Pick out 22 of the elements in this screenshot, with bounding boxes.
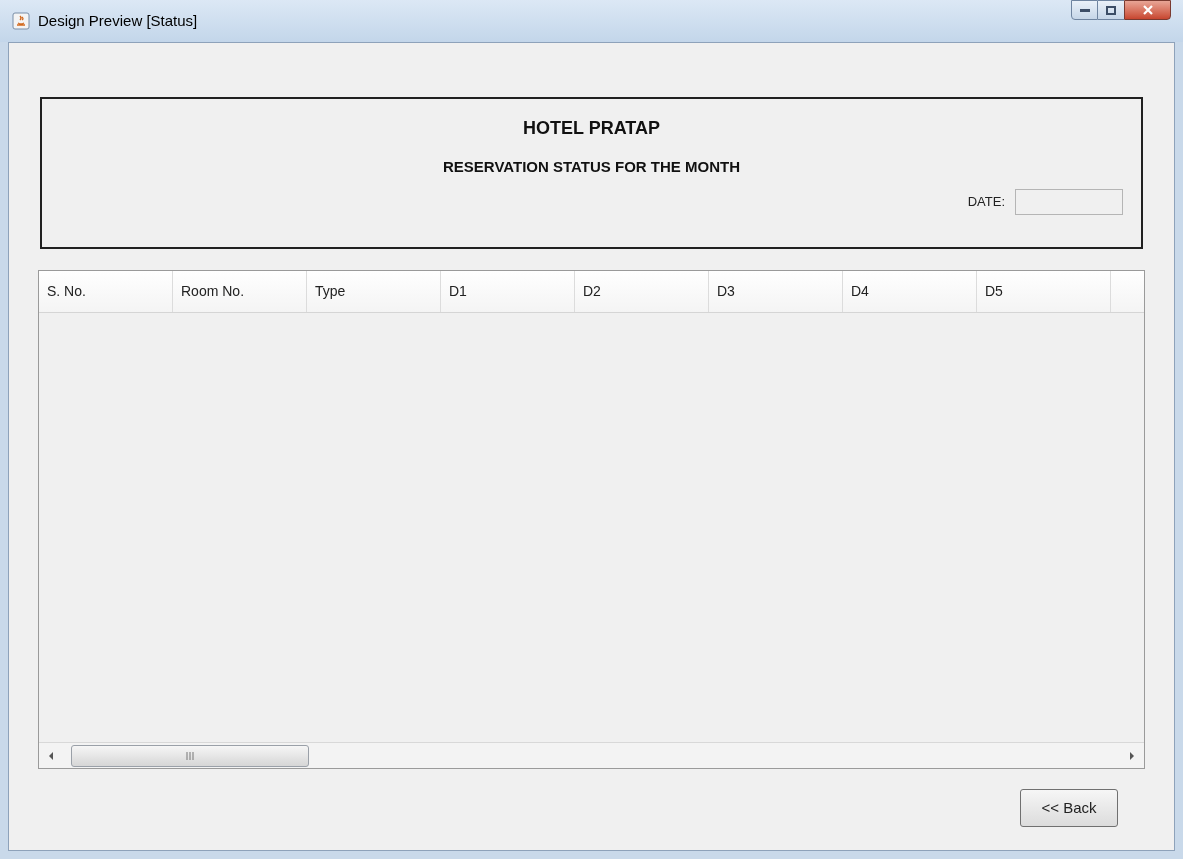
hotel-title: HOTEL PRATAP (523, 117, 660, 140)
maximize-button[interactable] (1098, 0, 1124, 20)
column-header[interactable]: Type (307, 271, 441, 312)
date-label: DATE: (967, 192, 1005, 211)
app-icon (12, 12, 30, 30)
report-subtitle: RESERVATION STATUS FOR THE MONTH (443, 157, 740, 177)
back-button[interactable]: << Back (1020, 789, 1118, 827)
minimize-button[interactable] (1071, 0, 1098, 20)
date-field[interactable] (1015, 188, 1123, 215)
column-header[interactable]: D4 (843, 271, 977, 312)
column-header[interactable]: D2 (575, 271, 709, 312)
scrollbar-thumb[interactable] (71, 744, 309, 767)
grip-icon (185, 751, 195, 760)
column-header[interactable]: Room No. (173, 271, 307, 312)
close-icon (1142, 5, 1153, 15)
window-title: Design Preview [Status] (38, 10, 198, 31)
column-header[interactable]: D5 (977, 271, 1111, 312)
close-button[interactable] (1124, 0, 1171, 20)
horizontal-scrollbar[interactable] (39, 742, 1144, 768)
column-header[interactable]: D1 (441, 271, 575, 312)
column-header[interactable]: S. No. (39, 271, 173, 312)
column-header[interactable]: D3 (709, 271, 843, 312)
